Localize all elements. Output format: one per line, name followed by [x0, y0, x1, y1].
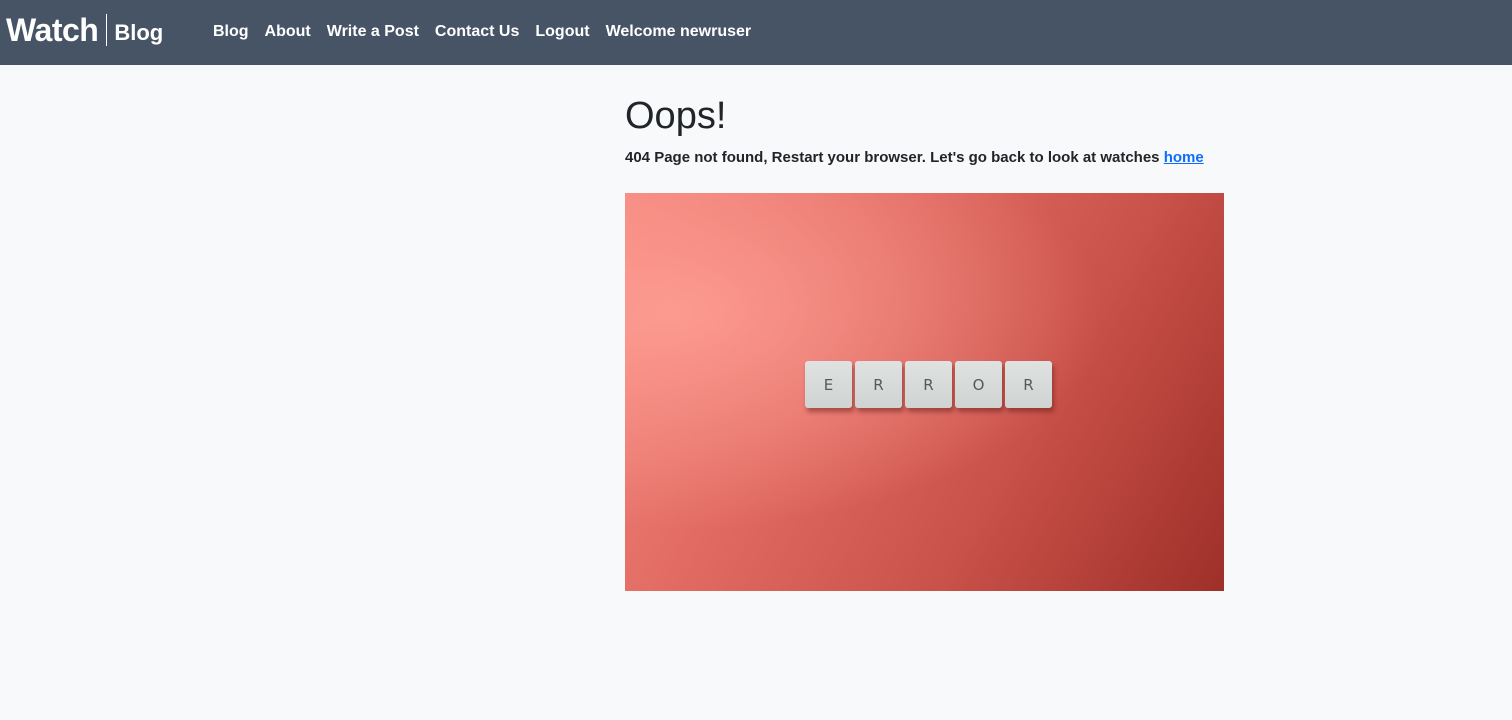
letter-tile: E [805, 361, 852, 408]
letter-tile: R [1005, 361, 1052, 408]
letter-tile: R [855, 361, 902, 408]
nav-link-contact-us[interactable]: Contact Us [435, 23, 519, 40]
nav-link-logout[interactable]: Logout [535, 23, 589, 40]
letter-tile: R [905, 361, 952, 408]
nav-link-write-post[interactable]: Write a Post [327, 23, 419, 40]
nav-link-blog[interactable]: Blog [213, 23, 249, 40]
top-navbar: Watch Blog Blog About Write a Post Conta… [0, 0, 1512, 65]
brand-divider [106, 14, 108, 46]
error-tiles: E R R O R [805, 361, 1052, 408]
error-message: 404 Page not found, Restart your browser… [625, 148, 1265, 168]
error-content: Oops! 404 Page not found, Restart your b… [625, 92, 1265, 168]
brand-logo[interactable]: Watch Blog [6, 10, 163, 50]
page-title: Oops! [625, 95, 727, 137]
brand-sub-text: Blog [114, 20, 164, 45]
letter-tile: O [955, 361, 1002, 408]
nav-link-welcome-user[interactable]: Welcome newruser [606, 23, 752, 40]
nav-link-about[interactable]: About [265, 23, 311, 40]
error-image: E R R O R [625, 193, 1224, 591]
nav-links: Blog About Write a Post Contact Us Logou… [213, 22, 767, 42]
brand-main-text: Watch [6, 11, 99, 48]
home-link[interactable]: home [1164, 149, 1204, 166]
error-message-text: 404 Page not found, Restart your browser… [625, 149, 1160, 166]
